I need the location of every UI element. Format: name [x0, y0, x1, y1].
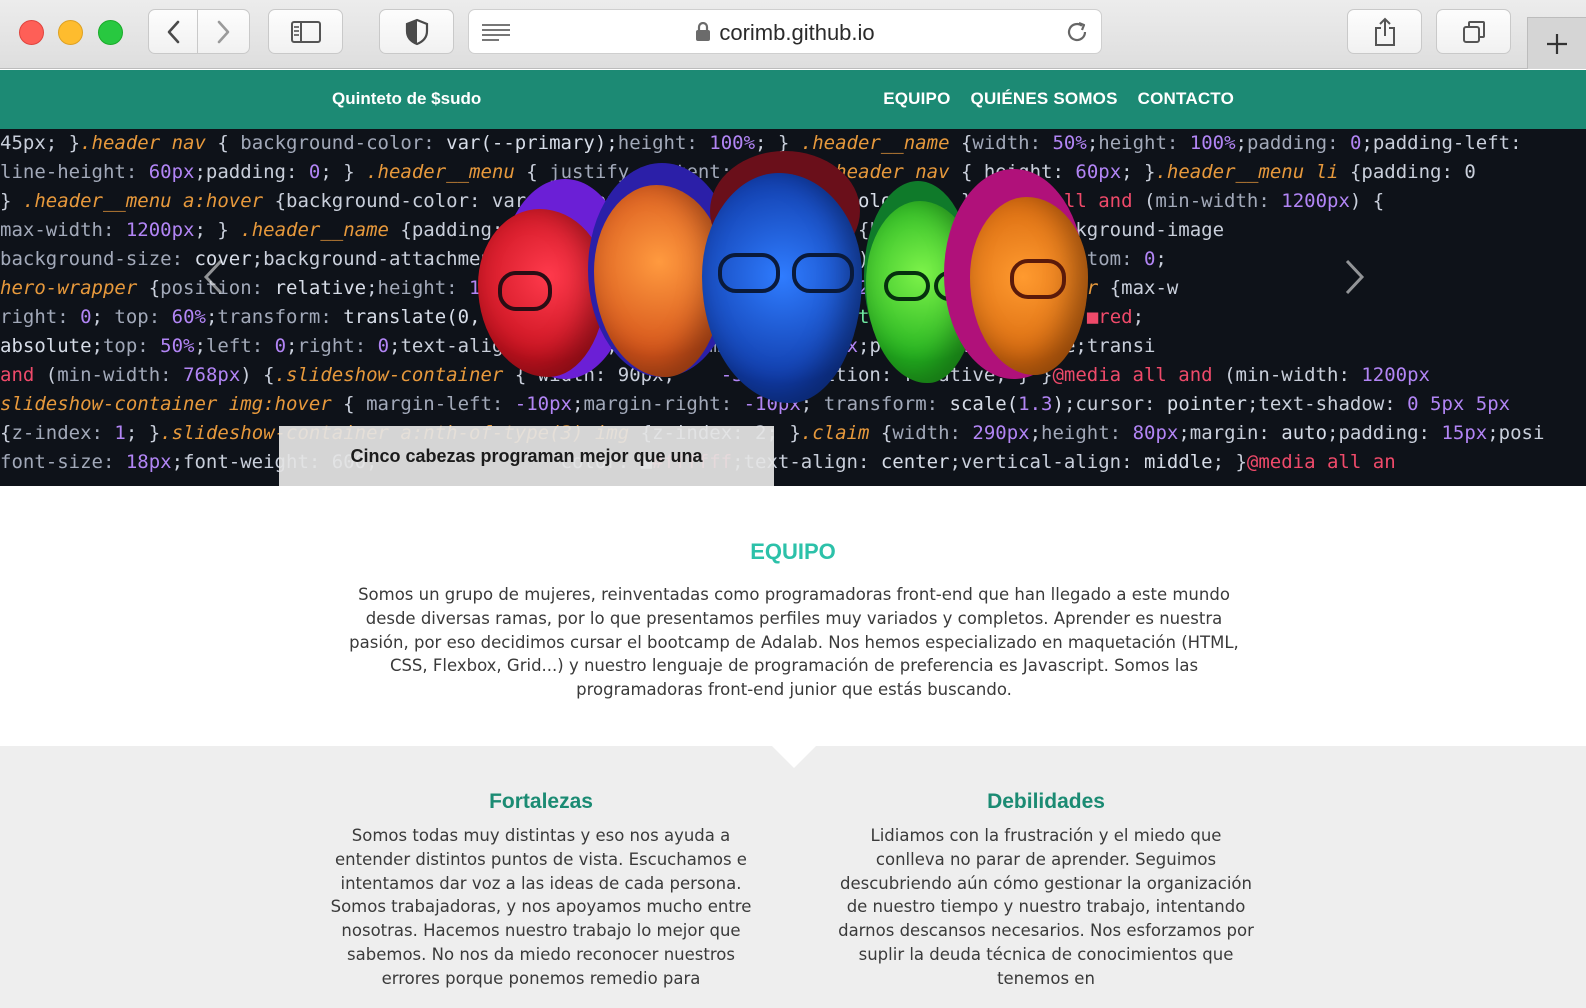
strengths-column: Fortalezas Somos todas muy distintas y e… [326, 790, 756, 991]
back-button[interactable] [148, 9, 198, 54]
zoom-window-button[interactable] [98, 20, 123, 45]
minimize-window-button[interactable] [58, 20, 83, 45]
face-blue-glasses-left [718, 253, 780, 293]
browser-toolbar: corimb.github.io [0, 0, 1586, 69]
hero-slideshow: 45px; }.header nav { background-color: v… [0, 129, 1586, 486]
chevron-left-icon [203, 259, 223, 295]
strengths-title: Fortalezas [489, 790, 593, 813]
forward-button[interactable] [198, 9, 250, 54]
nav-link-contacto[interactable]: CONTACTO [1138, 89, 1234, 109]
forward-icon [217, 20, 229, 43]
nav-link-quienes-somos[interactable]: QUIÉNES SOMOS [971, 89, 1118, 109]
strengths-weaknesses-section: Fortalezas Somos todas muy distintas y e… [0, 746, 1586, 1008]
plus-icon [1547, 33, 1567, 54]
tab-overview-button[interactable] [1436, 9, 1511, 54]
sidebar-icon [290, 20, 321, 43]
main-nav: EQUIPO QUIÉNES SOMOS CONTACTO [883, 89, 1234, 109]
face-green-glasses-left [884, 271, 930, 301]
weaknesses-text: Lidiamos con la frustración y el miedo q… [838, 826, 1254, 988]
team-description: Somos un grupo de mujeres, reinventadas … [349, 585, 1239, 700]
url-text: corimb.github.io [719, 20, 875, 45]
privacy-report-button[interactable] [379, 9, 454, 54]
close-window-button[interactable] [19, 20, 44, 45]
nav-link-equipo[interactable]: EQUIPO [883, 89, 950, 109]
share-icon [1374, 17, 1395, 46]
shield-icon [405, 18, 428, 45]
team-section: EQUIPO Somos un grupo de mujeres, reinve… [0, 486, 1586, 746]
face-red-glasses [498, 271, 552, 311]
slideshow-next-button[interactable] [1342, 257, 1368, 297]
team-faces-illustration [470, 151, 1110, 411]
site-header: ​ ​ Quinteto de $sudo EQUIPO QUIÉNES SOM… [0, 70, 1586, 129]
site-brand[interactable]: Quinteto de $sudo [332, 89, 481, 109]
weaknesses-column: Debilidades Lidiamos con la frustración … [836, 790, 1256, 991]
sidebar-button[interactable] [268, 9, 343, 54]
weaknesses-title: Debilidades [987, 790, 1105, 813]
strengths-text: Somos todas muy distintas y eso nos ayud… [330, 826, 752, 988]
team-title: EQUIPO [750, 539, 836, 564]
face-blue-glasses-right [792, 253, 854, 293]
back-icon [167, 20, 180, 43]
header-background-pattern: ​ ​ [0, 72, 1586, 124]
reload-icon[interactable] [1065, 20, 1089, 44]
share-button[interactable] [1347, 9, 1422, 54]
section-divider-notch [772, 746, 816, 768]
lock-icon [696, 22, 711, 41]
hero-claim-text: Cinco cabezas programan mejor que una [350, 445, 703, 466]
url-display[interactable]: corimb.github.io [469, 20, 1101, 46]
tabs-icon [1462, 20, 1485, 43]
hero-claim-box: Cinco cabezas programan mejor que una [279, 426, 774, 486]
address-bar[interactable]: corimb.github.io [468, 9, 1102, 54]
new-tab-button[interactable] [1527, 17, 1586, 69]
chevron-right-icon [1345, 259, 1365, 295]
slideshow-prev-button[interactable] [200, 257, 226, 297]
face-orange-2-glasses [1010, 259, 1066, 299]
